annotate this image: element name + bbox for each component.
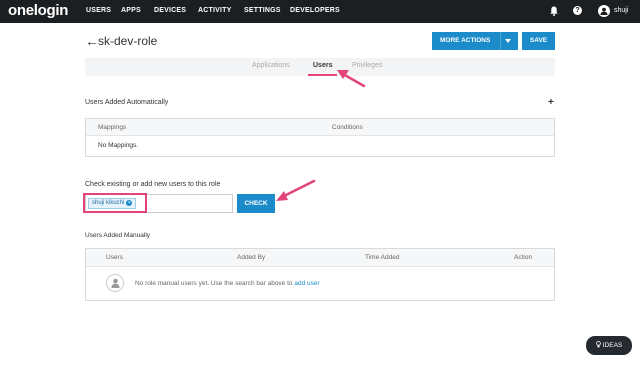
- more-actions-button[interactable]: MORE ACTIONS: [432, 32, 518, 50]
- lightbulb-icon: [595, 341, 601, 348]
- mappings-table-header: Mappings Conditions: [86, 119, 554, 136]
- add-user-link[interactable]: add user: [294, 280, 319, 287]
- check-section-title: Check existing or add new users to this …: [85, 181, 221, 188]
- no-mappings-text: No Mappings.: [98, 142, 139, 149]
- add-mapping-icon[interactable]: +: [548, 97, 554, 108]
- auto-section-title: Users Added Automatically: [85, 99, 169, 106]
- nav-settings[interactable]: SETTINGS: [244, 7, 281, 14]
- page-title: sk-dev-role: [98, 34, 158, 48]
- ideas-button[interactable]: IDEAS: [586, 336, 632, 355]
- nav-apps[interactable]: APPS: [121, 7, 141, 14]
- manual-users-header: Users Added By Time Added Action: [86, 249, 554, 267]
- help-icon[interactable]: ?: [573, 6, 582, 15]
- more-actions-label: MORE ACTIONS: [440, 37, 491, 44]
- check-button[interactable]: CHECK: [237, 194, 275, 213]
- ideas-label: IDEAS: [602, 342, 623, 349]
- nav-devices[interactable]: DEVICES: [154, 7, 186, 14]
- onelogin-logo[interactable]: onelogin: [8, 2, 68, 19]
- mappings-table: Mappings Conditions No Mappings.: [85, 118, 555, 157]
- manual-users-table: Users Added By Time Added Action: [85, 248, 555, 301]
- nav-activity[interactable]: ACTIVITY: [198, 7, 232, 14]
- username-label[interactable]: shuji: [614, 7, 628, 14]
- active-tab-underline: [308, 74, 337, 76]
- header-action: Action: [514, 254, 533, 261]
- nav-developers[interactable]: DEVELOPERS: [290, 7, 340, 14]
- save-button[interactable]: SAVE: [522, 32, 555, 50]
- arrow-to-check-button: [276, 179, 316, 201]
- back-arrow-icon[interactable]: ←: [85, 33, 99, 49]
- tab-applications[interactable]: Applications: [252, 62, 290, 69]
- header-mappings: Mappings: [98, 124, 127, 131]
- tab-privileges[interactable]: Privileges: [352, 62, 382, 69]
- token-highlight-box: [83, 193, 147, 213]
- button-divider: [500, 32, 501, 50]
- header-added-by: Added By: [237, 254, 266, 261]
- avatar[interactable]: [598, 5, 610, 17]
- header-users: Users: [106, 254, 123, 261]
- top-nav: onelogin USERS APPS DEVICES ACTIVITY SET…: [0, 0, 640, 23]
- bell-icon[interactable]: [550, 6, 558, 16]
- empty-user-icon: [106, 274, 124, 292]
- user-silhouette-icon: [111, 278, 120, 288]
- no-manual-users-text: No role manual users yet. Use the search…: [135, 280, 320, 287]
- header-time-added: Time Added: [365, 254, 400, 261]
- nav-users[interactable]: USERS: [86, 7, 111, 14]
- tab-users[interactable]: Users: [313, 62, 332, 69]
- user-silhouette-icon: [600, 7, 608, 15]
- manual-section-title: Users Added Manually: [85, 232, 151, 239]
- header-conditions: Conditions: [332, 124, 363, 131]
- chevron-down-icon[interactable]: [505, 39, 511, 43]
- no-manual-users-message: No role manual users yet. Use the search…: [135, 280, 293, 287]
